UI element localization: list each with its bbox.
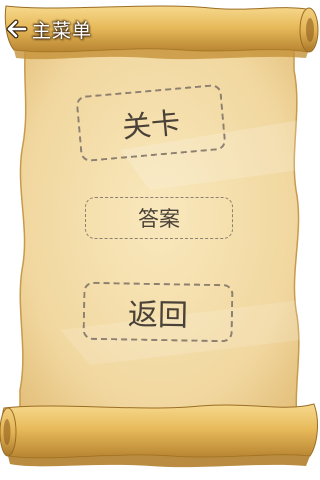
answers-button[interactable]: 答案	[85, 197, 233, 239]
levels-button[interactable]: 关卡	[75, 83, 227, 163]
arrow-left-icon	[6, 19, 28, 39]
game-screen: 主菜单 关卡 答案 返回	[0, 0, 320, 480]
parchment-scroll	[0, 5, 319, 468]
return-button[interactable]: 返回	[82, 281, 234, 343]
main-menu-label: 主菜单	[32, 19, 93, 42]
main-menu-back-button[interactable]: 主菜单	[6, 14, 92, 44]
